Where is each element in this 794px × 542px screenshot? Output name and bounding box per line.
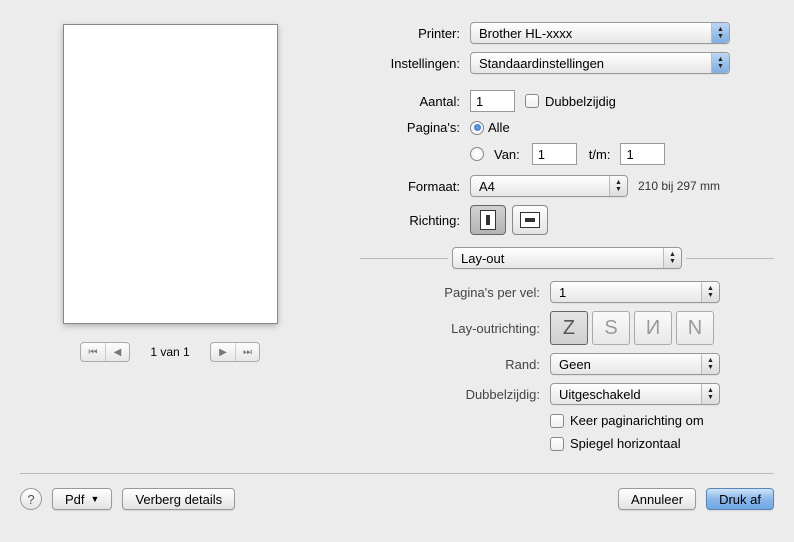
orientation-landscape-button[interactable]	[512, 205, 548, 235]
next-page-button[interactable]: ▶	[211, 343, 235, 361]
preview-page	[63, 24, 278, 324]
pages-per-sheet-select[interactable]: 1 ▲▼	[550, 281, 720, 303]
layout-dir-3[interactable]: И	[634, 311, 672, 345]
format-dims: 210 bij 297 mm	[638, 179, 720, 193]
pages-from-input[interactable]	[532, 143, 577, 165]
copies-input[interactable]	[470, 90, 515, 112]
last-page-button[interactable]: ⏭	[235, 343, 259, 361]
pages-label: Pagina's:	[360, 120, 460, 135]
pages-range-radio[interactable]	[470, 147, 484, 161]
printer-select[interactable]: Brother HL-xxxx ▲▼	[470, 22, 730, 44]
cancel-button[interactable]: Annuleer	[618, 488, 696, 510]
layout-dir-2[interactable]: S	[592, 311, 630, 345]
pdf-menu-button[interactable]: Pdf ▼	[52, 488, 112, 510]
caret-down-icon: ▼	[91, 494, 100, 504]
section-select[interactable]: Lay-out ▲▼	[452, 247, 682, 269]
preview-pane: ⏮ ◀ 1 van 1 ▶ ⏭	[20, 12, 320, 459]
pages-to-label: t/m:	[589, 147, 611, 162]
first-page-button[interactable]: ⏮	[81, 343, 105, 361]
dropdown-arrows-icon: ▲▼	[701, 384, 719, 404]
border-label: Rand:	[360, 357, 540, 372]
flip-page-checkbox[interactable]	[550, 414, 564, 428]
pages-per-sheet-label: Pagina's per vel:	[360, 285, 540, 300]
two-sided-select[interactable]: Uitgeschakeld ▲▼	[550, 383, 720, 405]
two-sided-label: Dubbelzijdig:	[360, 387, 540, 402]
orientation-portrait-button[interactable]	[470, 205, 506, 235]
layout-dir-1[interactable]: Z	[550, 311, 588, 345]
duplex-checkbox[interactable]	[525, 94, 539, 108]
pages-from-label: Van:	[494, 147, 520, 162]
dropdown-arrows-icon: ▲▼	[701, 354, 719, 374]
paper-size-select[interactable]: A4 ▲▼	[470, 175, 628, 197]
dropdown-arrows-icon: ▲▼	[609, 176, 627, 196]
prev-page-button[interactable]: ◀	[105, 343, 129, 361]
copies-label: Aantal:	[360, 94, 460, 109]
presets-select[interactable]: Standaardinstellingen ▲▼	[470, 52, 730, 74]
settings-pane: Printer: Brother HL-xxxx ▲▼ Instellingen…	[360, 12, 774, 459]
flip-page-label: Keer paginarichting om	[570, 413, 704, 428]
dropdown-arrows-icon: ▲▼	[701, 282, 719, 302]
preview-nav: ⏮ ◀ 1 van 1 ▶ ⏭	[80, 342, 260, 362]
layout-dir-4[interactable]: N	[676, 311, 714, 345]
page-indicator: 1 van 1	[140, 345, 200, 359]
dropdown-arrows-icon: ▲▼	[711, 23, 729, 43]
hide-details-button[interactable]: Verberg details	[122, 488, 235, 510]
mirror-checkbox[interactable]	[550, 437, 564, 451]
border-select[interactable]: Geen ▲▼	[550, 353, 720, 375]
duplex-label: Dubbelzijdig	[545, 94, 616, 109]
pages-to-input[interactable]	[620, 143, 665, 165]
bottom-bar: ? Pdf ▼ Verberg details Annuleer Druk af	[20, 473, 774, 510]
settings-label: Instellingen:	[360, 56, 460, 71]
printer-label: Printer:	[360, 26, 460, 41]
pages-all-radio[interactable]	[470, 121, 484, 135]
mirror-label: Spiegel horizontaal	[570, 436, 681, 451]
help-button[interactable]: ?	[20, 488, 42, 510]
format-label: Formaat:	[360, 179, 460, 194]
dropdown-arrows-icon: ▲▼	[711, 53, 729, 73]
layout-direction-label: Lay-outrichting:	[360, 321, 540, 336]
print-button[interactable]: Druk af	[706, 488, 774, 510]
pages-all-label: Alle	[488, 120, 510, 135]
landscape-icon	[520, 212, 540, 228]
dropdown-arrows-icon: ▲▼	[663, 248, 681, 268]
orientation-label: Richting:	[360, 213, 460, 228]
portrait-icon	[480, 210, 496, 230]
